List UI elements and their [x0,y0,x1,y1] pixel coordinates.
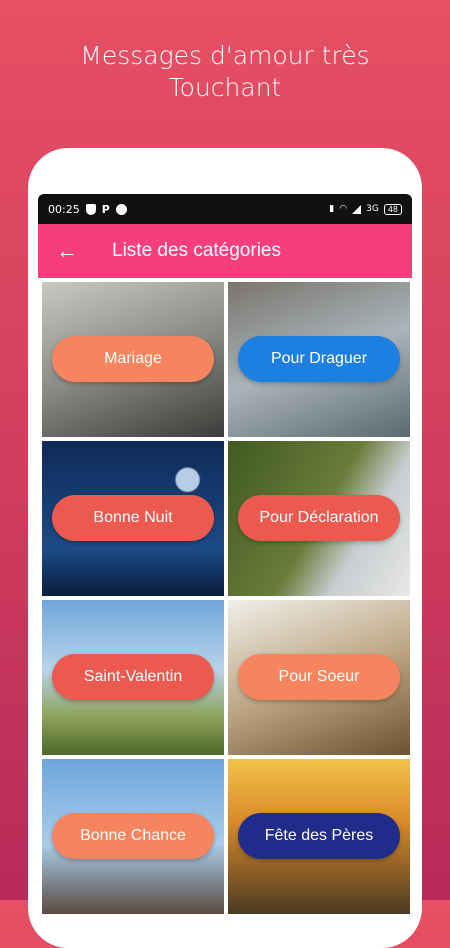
promo-title-line1: Messages d'amour très [80,41,370,70]
p-notification-icon: P [101,202,110,216]
network-type: 3G [366,204,379,214]
promo-title: Messages d'amour très Touchant [0,40,450,104]
category-tile-pour-soeur[interactable]: Pour Soeur [228,600,410,755]
shield-icon [85,203,96,215]
status-bar: 00:25 P ▮ ◠ 3G 48 [38,194,412,224]
category-tile-fete-des-peres[interactable]: Fête des Pères [228,759,410,914]
phone-screen: 00:25 P ▮ ◠ 3G 48 ← Liste des catégories… [38,194,412,914]
notification-dot-icon [115,203,127,215]
category-button-saint-valentin[interactable]: Saint-Valentin [52,654,214,700]
category-tile-pour-declaration[interactable]: Pour Déclaration [228,441,410,596]
category-button-bonne-nuit[interactable]: Bonne Nuit [52,495,214,541]
page-title: Liste des catégories [112,240,281,261]
category-button-pour-declaration[interactable]: Pour Déclaration [238,495,400,541]
category-tile-pour-draguer[interactable]: Pour Draguer [228,282,410,437]
app-bar: ← Liste des catégories [38,224,412,278]
signal-icon [352,204,362,214]
category-button-pour-draguer[interactable]: Pour Draguer [238,336,400,382]
promo-title-line2: Touchant [168,73,282,102]
vibrate-icon: ▮ [329,204,335,214]
category-button-pour-soeur[interactable]: Pour Soeur [238,654,400,700]
status-time: 00:25 [48,202,80,216]
battery-icon: 48 [383,203,402,215]
wifi-icon: ◠ [339,204,348,214]
category-tile-bonne-nuit[interactable]: Bonne Nuit [42,441,224,596]
category-button-bonne-chance[interactable]: Bonne Chance [52,813,214,859]
category-tile-mariage[interactable]: Mariage [42,282,224,437]
category-tile-saint-valentin[interactable]: Saint-Valentin [42,600,224,755]
back-arrow-icon[interactable]: ← [46,238,88,264]
category-grid: Mariage Pour Draguer Bonne Nuit Pour Déc… [38,278,412,914]
category-button-fete-des-peres[interactable]: Fête des Pères [238,813,400,859]
category-button-mariage[interactable]: Mariage [52,336,214,382]
category-tile-bonne-chance[interactable]: Bonne Chance [42,759,224,914]
